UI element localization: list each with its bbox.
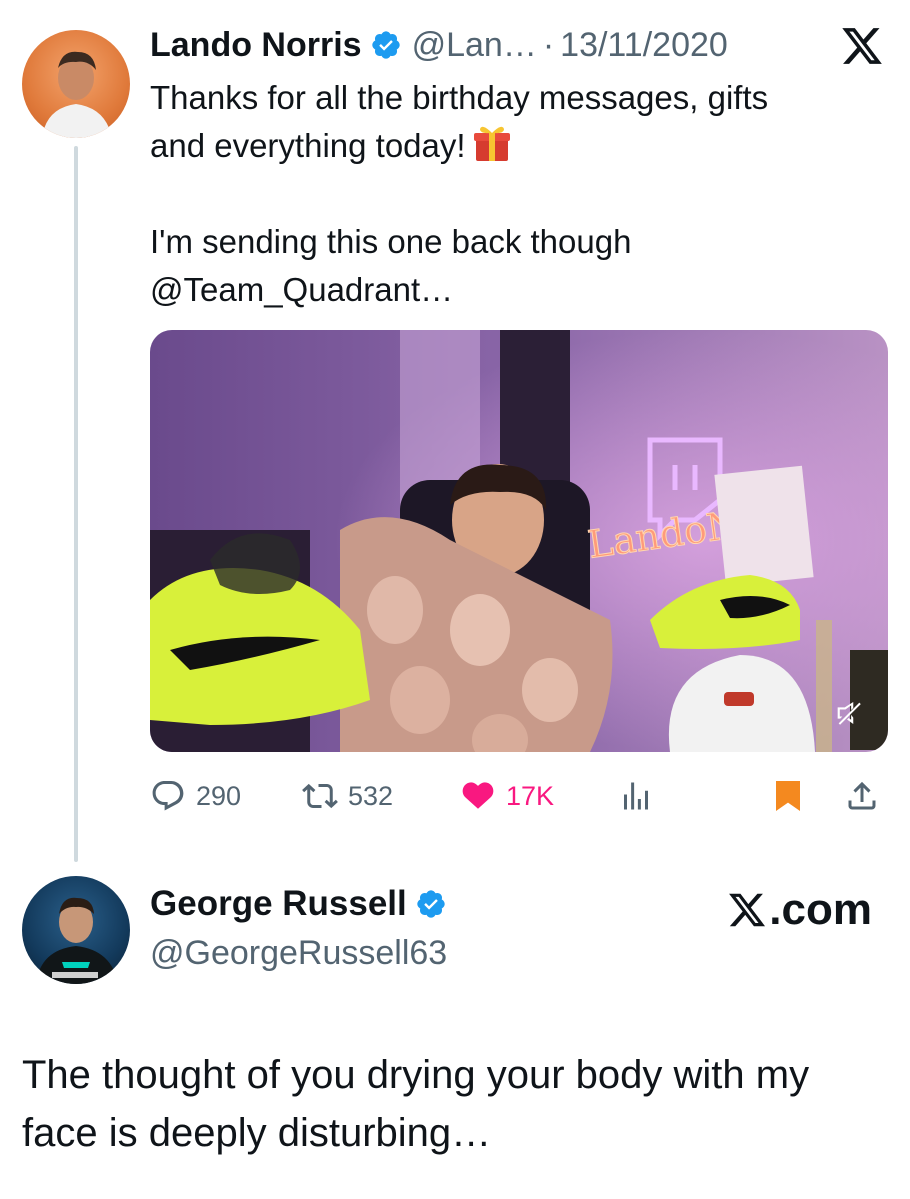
reply-count: 290 xyxy=(196,780,242,811)
separator-dot: · xyxy=(542,25,555,64)
retweet-button[interactable]: 532 xyxy=(302,772,393,820)
tweet-text-line-1: Thanks for all the birthday messages, gi… xyxy=(150,79,769,116)
thread-line xyxy=(74,146,78,862)
author-handle[interactable]: @Lan… xyxy=(412,26,537,65)
x-logo-icon[interactable] xyxy=(840,24,884,68)
retweet-icon xyxy=(302,783,338,809)
reply-text-line-2: face is deeply disturbing… xyxy=(22,1111,492,1155)
retweet-count: 532 xyxy=(348,780,394,811)
reply-icon xyxy=(152,781,184,811)
tweet-date[interactable]: 13/11/2020 xyxy=(560,26,728,65)
tweet-actions: 290 532 17K xyxy=(150,772,890,820)
reply-author-handle[interactable]: @GeorgeRussell63 xyxy=(150,934,447,973)
tweet-text-line-3: I'm sending this one back though xyxy=(150,223,632,260)
avatar-george-russell[interactable] xyxy=(22,876,130,984)
heart-filled-icon xyxy=(462,782,494,809)
verified-badge-icon xyxy=(417,890,445,918)
reply-text-line-1: The thought of you drying your body with… xyxy=(22,1053,810,1097)
tweet-header: Lando Norris @Lan… · 13/11/2020 xyxy=(150,22,728,68)
like-count: 17K xyxy=(506,780,555,811)
tweet-text-line-2: and everything today! xyxy=(150,127,466,164)
bookmark-button[interactable] xyxy=(770,772,816,820)
xcom-brand: .com xyxy=(727,884,872,936)
tweet-text: Thanks for all the birthday messages, gi… xyxy=(150,74,880,314)
profile-photo-icon xyxy=(36,897,118,984)
like-button[interactable]: 17K xyxy=(460,772,554,820)
author-display-name[interactable]: Lando Norris xyxy=(150,26,362,65)
share-button[interactable] xyxy=(844,772,890,820)
reply-author-display-name[interactable]: George Russell xyxy=(150,884,407,924)
avatar-lando-norris[interactable] xyxy=(22,30,130,138)
reply-text: The thought of you drying your body with… xyxy=(22,1046,882,1162)
analytics-icon xyxy=(624,782,648,810)
reply-button[interactable]: 290 xyxy=(150,772,241,820)
x-logo-icon xyxy=(729,893,766,927)
bookmark-filled-icon xyxy=(776,781,800,811)
profile-photo-icon xyxy=(42,51,112,138)
xcom-label: .com xyxy=(769,885,872,934)
gift-emoji-icon xyxy=(473,126,510,161)
tweet-video[interactable]: LandoNo xyxy=(150,330,888,752)
share-icon xyxy=(848,781,876,810)
video-thumbnail: LandoNo xyxy=(150,330,888,752)
mute-icon[interactable] xyxy=(832,696,866,730)
views-button[interactable] xyxy=(618,772,664,820)
verified-badge-icon xyxy=(371,31,400,59)
reply-header: George Russell xyxy=(150,884,457,924)
mention-team-quadrant[interactable]: @Team_Quadrant… xyxy=(150,271,453,308)
